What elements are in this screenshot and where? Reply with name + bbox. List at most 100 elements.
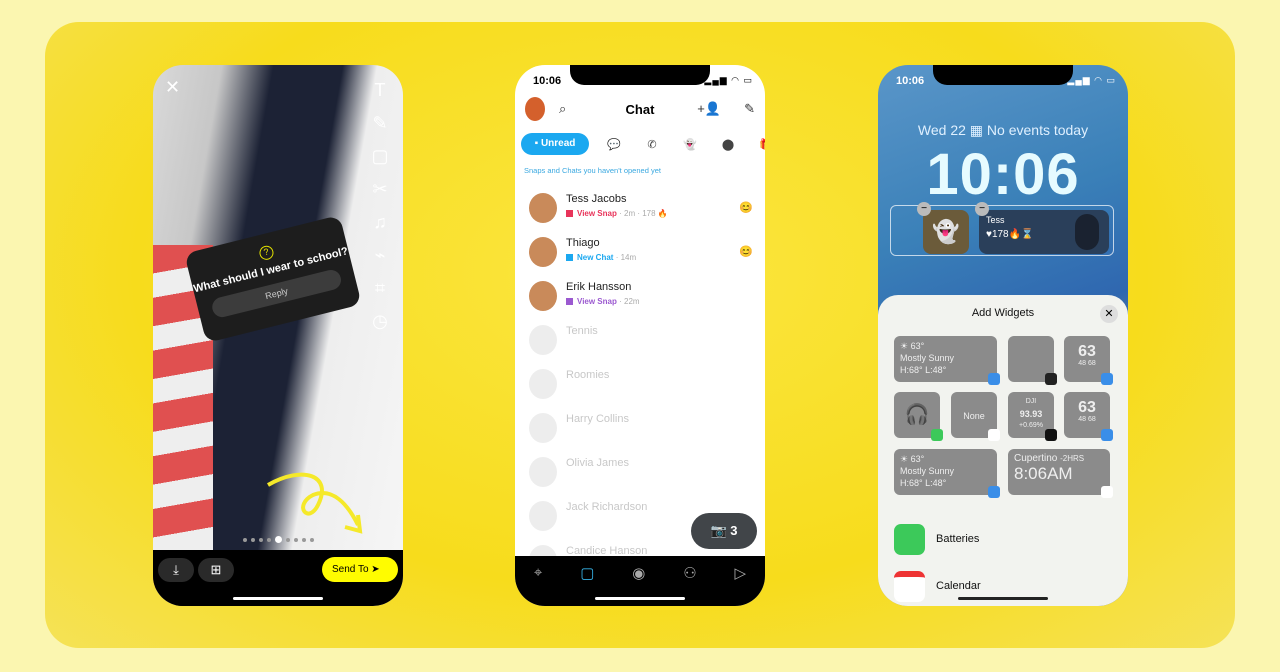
unread-hint: Snaps and Chats you haven't opened yet [524,166,661,175]
lockscreen-phone: 10:06 ▂▄▆ ◠ ▭ Wed 22 ▦ No events today 1… [878,65,1128,606]
home-indicator [958,597,1048,600]
headphones-icon: 🎧 [904,404,930,426]
map-icon[interactable]: ⌖ [534,564,542,606]
contact-name: Thiago [566,237,600,249]
ghost-icon[interactable]: 👻 [671,138,709,151]
bitmoji-avatar [529,193,557,223]
bitmoji-avatar [529,501,557,531]
download-icon[interactable]: ⤓ [158,558,194,582]
location-icon[interactable]: ⬤ [709,138,747,151]
remove-widget-button[interactable]: − [917,202,931,216]
calendar-icon [894,571,925,602]
stories-icon[interactable]: ▷ [734,564,746,606]
scissors-icon[interactable]: ✂ [369,178,391,200]
temperature-gauge-widget[interactable]: 63 48 68 [1064,336,1113,385]
lock-date: Wed 22 ▦ No events today [917,122,1089,138]
home-indicator [233,597,323,600]
chat-row[interactable]: Tess Jacobs View Snap · 2m · 178 🔥 😊 [515,187,765,231]
calendar-icon: ▦ [969,122,984,138]
close-icon[interactable]: ✕ [165,77,180,98]
friend-widget[interactable]: Tess ♥178🔥⌛ [979,210,1109,254]
activity-widget[interactable] [1008,336,1057,385]
chat-row[interactable]: Erik Hansson View Snap · 22m [515,275,765,319]
fitness-app-icon [1045,373,1057,385]
chat-row[interactable]: Harry Collins [515,407,765,451]
home-indicator [595,597,685,600]
friends-icon[interactable]: ⚇ [683,564,696,606]
contact-name: Tennis [566,325,598,337]
sticker-icon[interactable]: ▢ [369,145,391,167]
chat-row[interactable]: Olivia James [515,451,765,495]
add-friend-icon[interactable]: +👤 [697,101,721,117]
calendar-app-icon [988,429,1000,441]
status-time: 10:06 [533,75,562,87]
weather-widget[interactable]: ☀ 63° Mostly Sunny H:68° L:48° [894,449,1000,498]
add-story-icon[interactable]: ⊞ [198,558,234,582]
chat-header: ⌕ Chat +👤 ✎ [515,97,765,121]
phone-icon[interactable]: ✆ [633,138,671,151]
send-to-button[interactable]: Send To ➤ [322,557,398,582]
clock-app-icon [1101,486,1113,498]
status-icons: ▂▄▆ ◠ ▭ [1067,75,1116,85]
remove-widget-button[interactable]: − [975,202,989,216]
close-icon[interactable]: ✕ [1100,305,1118,323]
status-icons: ▂▄▆ ◠ ▭ [704,75,753,85]
weather-widget[interactable]: ☀ 63° Mostly Sunny H:68° L:48° [894,336,1000,385]
chat-row[interactable]: Thiago New Chat · 14m 😊 [515,231,765,275]
camera-snaps-button[interactable]: 📷 3 [691,513,757,549]
status-time: 10:06 [896,75,925,87]
snapchat-camera-widget[interactable]: 👻 [923,210,969,254]
chat-phone: 10:06 ▂▄▆ ◠ ▭ ⌕ Chat +👤 ✎ ▪ Unread 💬 ✆ 👻… [515,65,765,606]
contact-name: Tess Jacobs [566,193,627,205]
add-widgets-sheet: Add Widgets ✕ ☀ 63° Mostly Sunny H:68° L… [878,295,1128,606]
chat-row[interactable]: Tennis [515,319,765,363]
batteries-app-icon [931,429,943,441]
status-square-icon [566,254,573,261]
contact-name: Jack Richardson [566,501,648,513]
gift-icon[interactable]: 🎁 [747,138,765,151]
music-icon[interactable]: ♫ [369,211,391,233]
calendar-widget[interactable]: None [951,392,1000,441]
stocks-widget[interactable]: DJI 93.93 +0.69% [1008,392,1057,441]
timer-icon[interactable]: ◷ [369,310,391,332]
notch [570,65,710,85]
bitmoji-avatar [529,413,557,443]
contact-name: Erik Hansson [566,281,632,293]
page-title: Chat [625,102,655,117]
bitmoji-avatar [529,369,557,399]
friend-emoji-icon: 😊 [739,202,753,214]
pencil-icon[interactable]: ✎ [369,112,391,134]
question-icon: ? [257,244,275,262]
snap-editor-phone: ✕ T ✎ ▢ ✂ ♫ ⌁ ⌗ ◷ ? What should I wear t… [153,65,403,606]
chats-icon[interactable]: 💬 [595,138,633,151]
weather-app-icon [988,373,1000,385]
crop-icon[interactable]: ⌗ [369,277,391,299]
world-clock-widget[interactable]: Cupertino -2HRS 8:06AM [1008,449,1113,498]
send-arrow-icon: ➤ [371,564,380,575]
bitmoji-avatar [1075,214,1099,250]
bitmoji-avatar [529,325,557,355]
friend-emoji-icon: 😊 [739,246,753,258]
temperature-gauge-widget[interactable]: 63 48 68 [1064,392,1113,441]
new-chat-icon[interactable]: ✎ [744,101,755,117]
page-dots [243,536,314,543]
contact-name: Harry Collins [566,413,629,425]
widget-area[interactable]: 👻 − Tess ♥178🔥⌛ − [890,202,1114,256]
camera-icon: 📷 [710,523,727,538]
list-item-batteries[interactable]: Batteries [894,524,1114,556]
headphones-battery-widget[interactable]: 🎧 [894,392,943,441]
chat-status: View Snap · 22m [566,297,640,306]
paperclip-icon[interactable]: ⌁ [369,244,391,266]
question-sticker[interactable]: ? What should I wear to school? Reply [184,215,362,343]
arrow-doodle [267,472,363,534]
lock-clock: 10:06 [926,142,1080,207]
filter-unread[interactable]: ▪ Unread [521,133,589,155]
text-icon[interactable]: T [369,79,391,101]
notch [933,65,1073,85]
chat-row[interactable]: Roomies [515,363,765,407]
batteries-icon [894,524,925,555]
bitmoji-avatar [529,237,557,267]
sheet-title: Add Widgets [971,307,1035,319]
weather-app-icon [1101,373,1113,385]
chat-icon[interactable]: ▢ [580,564,594,606]
